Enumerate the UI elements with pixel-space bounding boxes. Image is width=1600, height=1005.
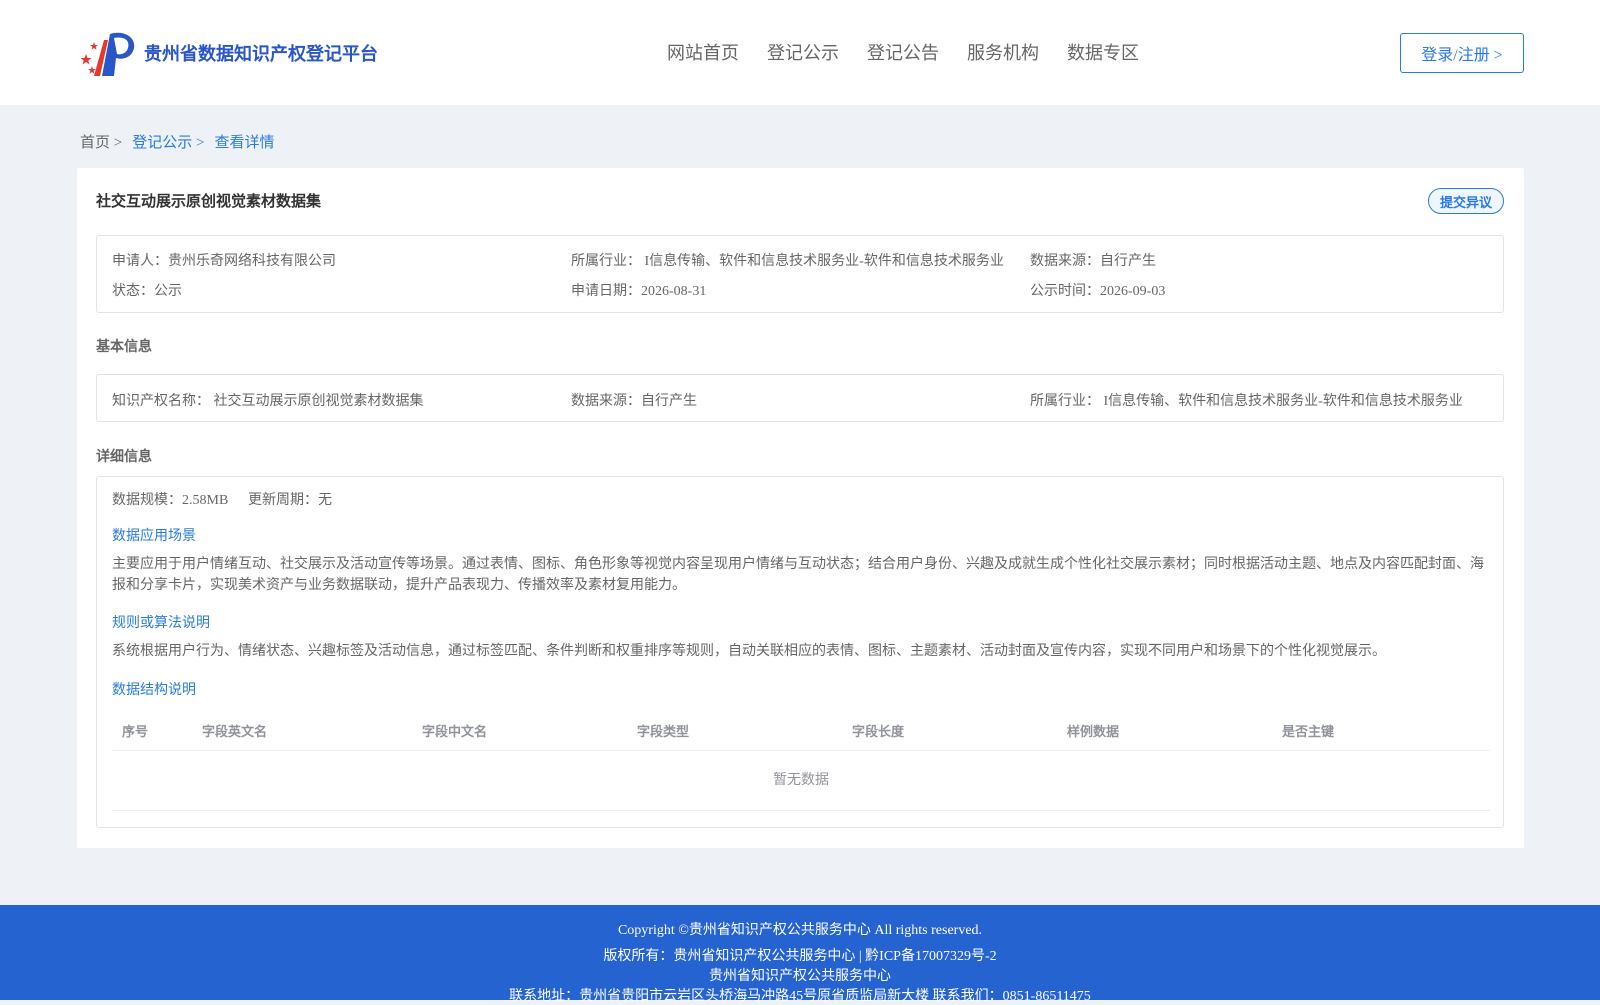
applicant: 申请人：贵州乐奇网络科技有限公司 (112, 254, 336, 269)
main-nav: 网站首页 登记公示 登记公告 服务机构 数据专区 (667, 39, 1167, 65)
site-footer: Copyright ©贵州省知识产权公共服务中心 All rights rese… (0, 905, 1600, 1004)
ip-name: 知识产权名称： 社交互动展示原创视觉素材数据集 (112, 394, 424, 409)
nav-item-registration-publicity[interactable]: 登记公示 (767, 39, 839, 65)
summary-panel: 申请人：贵州乐奇网络科技有限公司 所属行业： I信息传输、软件和信息技术服务业-… (96, 235, 1504, 313)
status: 状态：公示 (112, 284, 182, 299)
site-header: 贵州省数据知识产权登记平台 网站首页 登记公示 登记公告 服务机构 数据专区 登… (0, 0, 1600, 105)
detail-info-panel: 数据规模：2.58MB 更新周期：无 数据应用场景 主要应用于用户情绪互动、社交… (96, 476, 1504, 828)
footer-owner: 版权所有：贵州省知识产权公共服务中心 | 黔ICP备17007329号-2 (603, 949, 997, 964)
logo-emblem-icon (80, 28, 138, 78)
column-header: 字段类型 (637, 725, 690, 740)
page-title: 社交互动展示原创视觉素材数据集 (96, 192, 322, 210)
breadcrumb: 首页 > 登记公示 > 查看详情 (80, 131, 284, 152)
apply-date: 申请日期：2026-08-31 (571, 284, 707, 299)
data-source: 数据来源：自行产生 (1030, 254, 1156, 269)
column-header: 是否主键 (1282, 725, 1335, 740)
basic-industry: 所属行业： I信息传输、软件和信息技术服务业-软件和信息技术服务业 (1030, 394, 1463, 409)
basic-info-panel: 知识产权名称： 社交互动展示原创视觉素材数据集 数据来源：自行产生 所属行业： … (96, 374, 1504, 422)
breadcrumb-home[interactable]: 首页 > (80, 131, 122, 152)
submit-objection-button[interactable]: 提交异议 (1428, 188, 1504, 214)
login-register-button[interactable]: 登录/注册 > (1400, 33, 1524, 73)
breadcrumb-current: 查看详情 (214, 135, 275, 151)
nav-item-data-zone[interactable]: 数据专区 (1067, 39, 1139, 65)
update-cycle: 更新周期：无 (248, 493, 332, 508)
rules-heading: 规则或算法说明 (112, 616, 210, 631)
scenario-text: 主要应用于用户情绪互动、社交展示及活动宣传等场景。通过表情、图标、角色形象等视觉… (112, 557, 1484, 593)
column-header: 字段长度 (852, 725, 905, 740)
site-name: 贵州省数据知识产权登记平台 (144, 44, 378, 65)
site-logo[interactable]: 贵州省数据知识产权登记平台 (80, 28, 378, 78)
basic-info-heading: 基本信息 (96, 339, 152, 355)
structure-table-header: 序号 字段英文名 字段中文名 字段类型 字段长度 样例数据 是否主键 (112, 709, 1490, 751)
column-header: 样例数据 (1067, 725, 1120, 740)
nav-item-service-agencies[interactable]: 服务机构 (967, 39, 1039, 65)
column-header: 字段英文名 (202, 725, 268, 740)
footer-contact: 联系地址：贵州省贵阳市云岩区头桥海马冲路45号原省质监局新大楼 联系我们：085… (509, 989, 1091, 1004)
rules-text: 系统根据用户行为、情绪状态、兴趣标签及活动信息，通过标签匹配、条件判断和权重排序… (112, 644, 1386, 659)
column-header: 字段中文名 (422, 725, 488, 740)
publish-time: 公示时间：2026-09-03 (1030, 284, 1166, 299)
scenario-heading: 数据应用场景 (112, 529, 196, 544)
footer-org: 贵州省知识产权公共服务中心 (709, 969, 891, 984)
breadcrumb-publicity[interactable]: 登记公示 > (132, 131, 204, 152)
column-header: 序号 (122, 725, 149, 740)
industry: 所属行业： I信息传输、软件和信息技术服务业-软件和信息技术服务业 (571, 254, 1004, 269)
nav-item-registration-announcement[interactable]: 登记公告 (867, 39, 939, 65)
table-empty-state: 暂无数据 (112, 751, 1490, 811)
nav-item-home[interactable]: 网站首页 (667, 39, 739, 65)
footer-copyright: Copyright ©贵州省知识产权公共服务中心 All rights rese… (617, 923, 983, 938)
structure-heading: 数据结构说明 (112, 683, 196, 698)
detail-card: 社交互动展示原创视觉素材数据集 提交异议 申请人：贵州乐奇网络科技有限公司 所属… (77, 168, 1524, 848)
basic-data-source: 数据来源：自行产生 (571, 394, 697, 409)
data-scale: 数据规模：2.58MB (112, 493, 229, 508)
detail-info-heading: 详细信息 (96, 449, 152, 465)
